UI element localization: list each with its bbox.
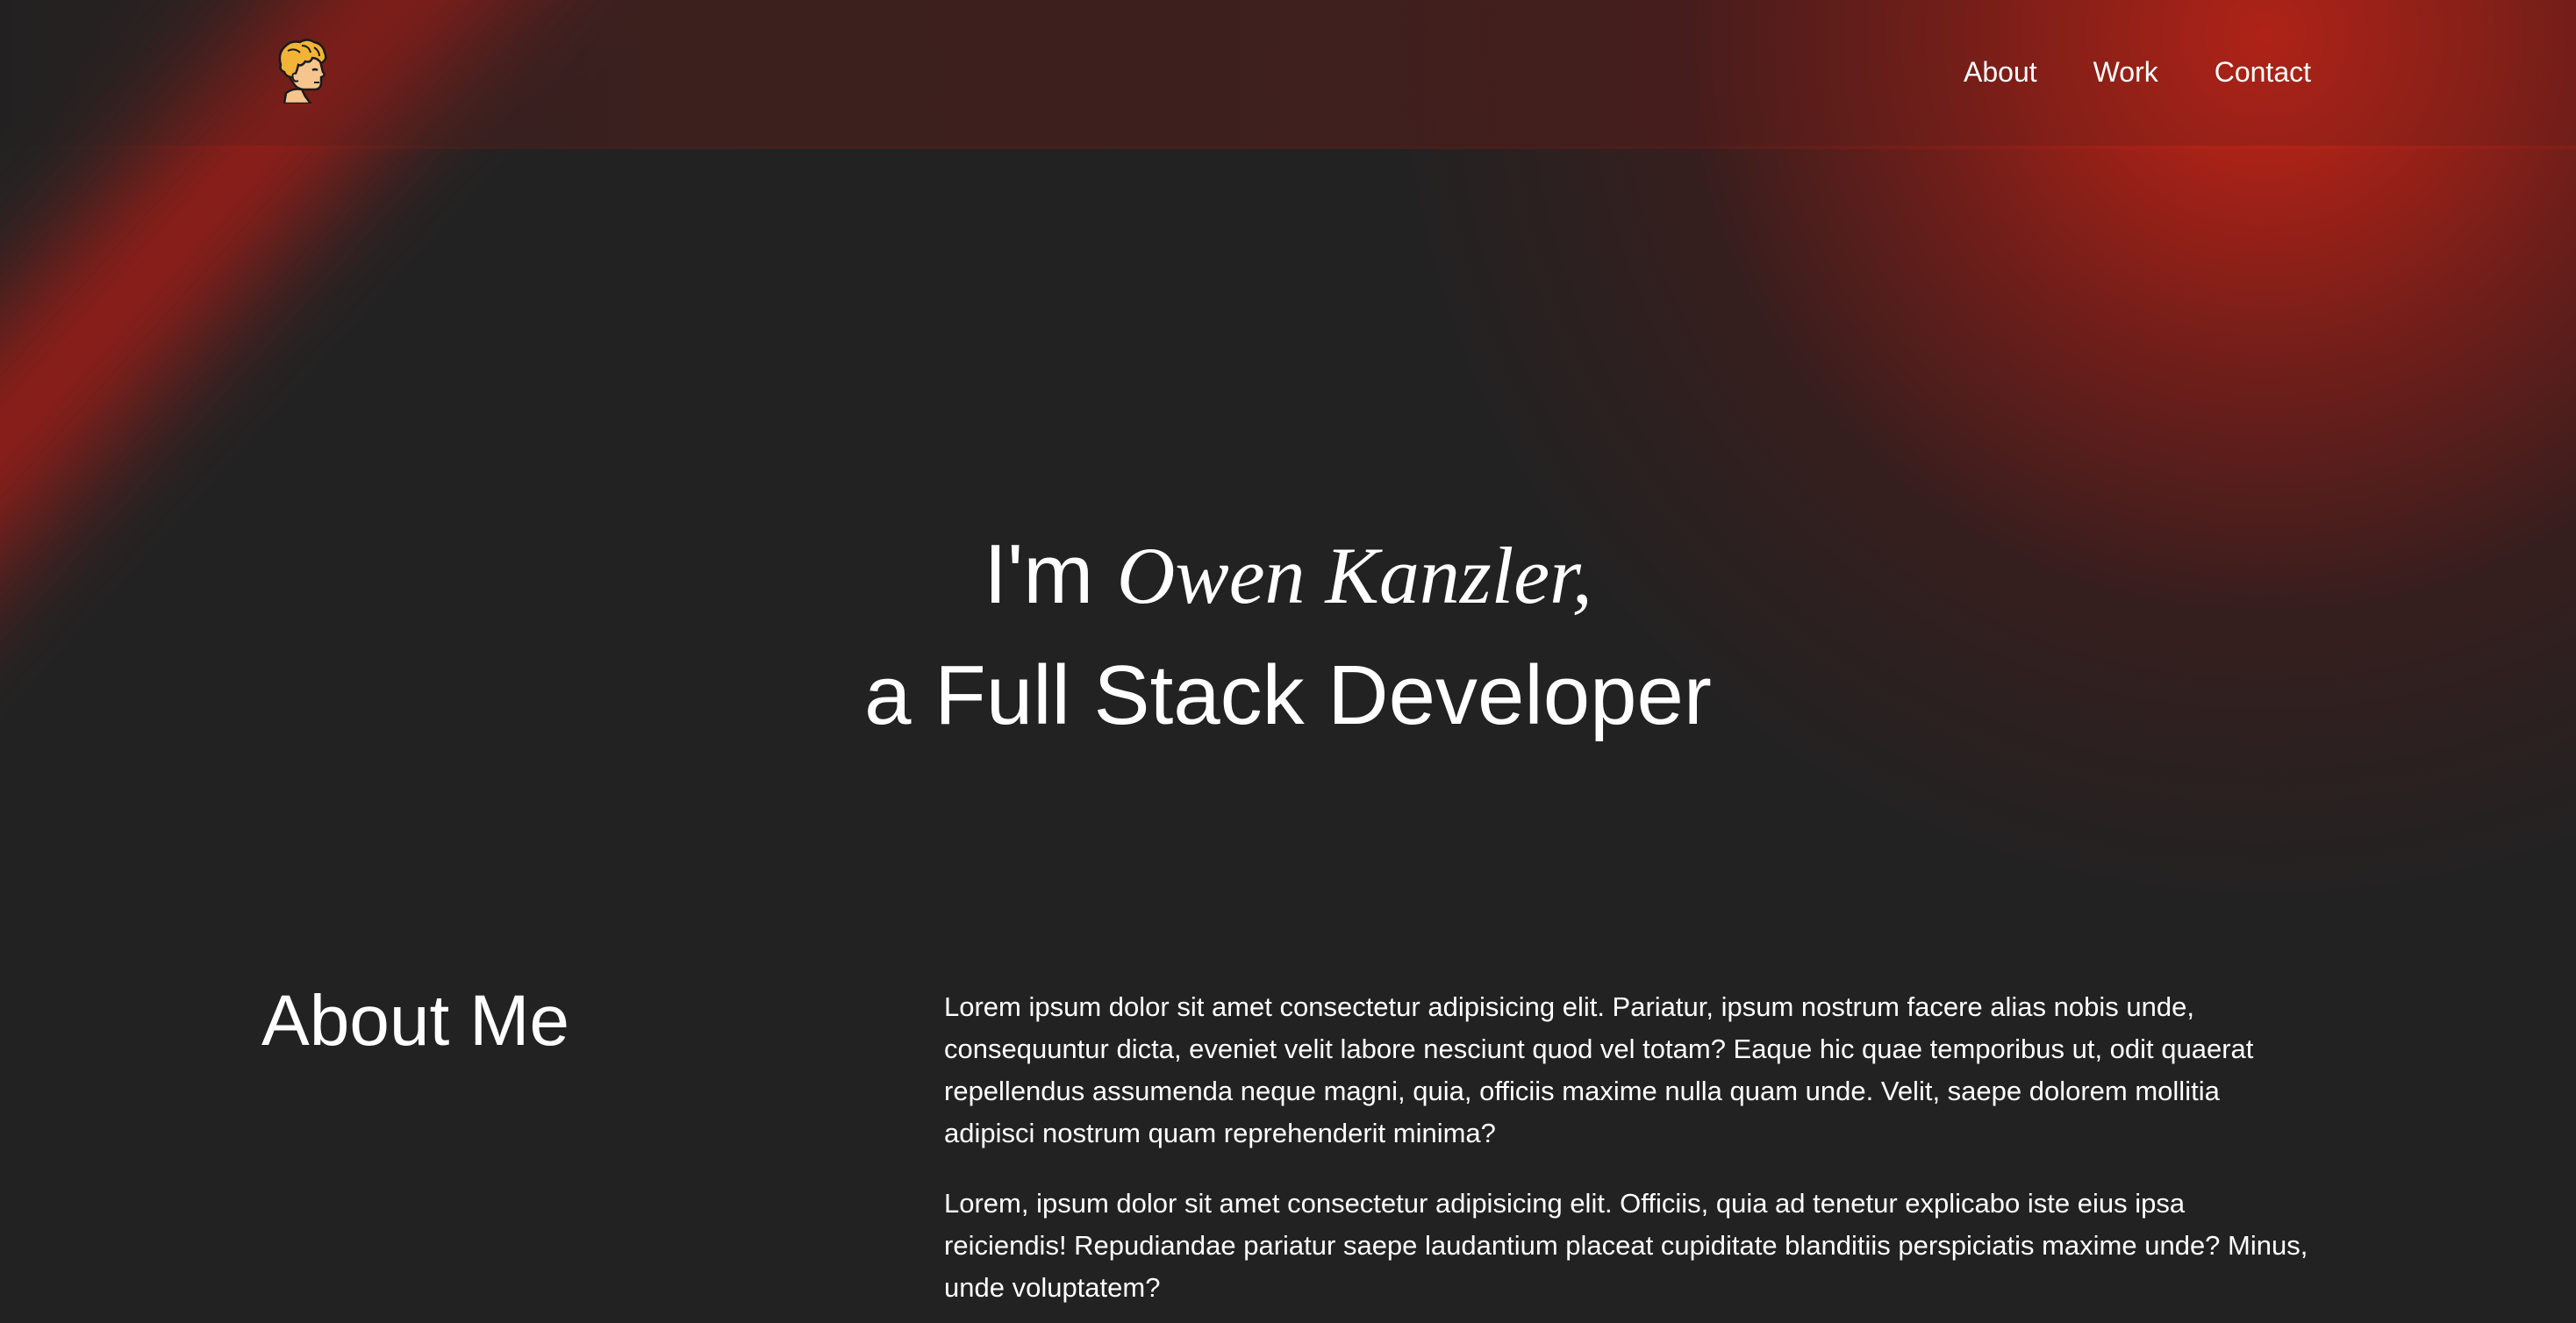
nav-link-work[interactable]: Work [2093,51,2158,93]
nav-link-contact[interactable]: Contact [2215,51,2311,93]
hero-name: Owen Kanzler, [1116,531,1592,620]
cartoon-avatar-icon[interactable] [275,39,332,105]
hero-heading: I'm Owen Kanzler, [0,516,2576,634]
about-paragraph: Lorem, ipsum dolor sit amet consectetur … [944,1188,2308,1303]
hero-section: I'm Owen Kanzler, a Full Stack Developer [0,516,2576,757]
hero-tagline: a Full Stack Developer [864,648,1712,742]
nav-link-about[interactable]: About [1964,51,2037,93]
about-paragraph: Lorem ipsum dolor sit amet consectetur a… [944,991,2254,1148]
site-header: About Work Contact [0,0,2576,146]
about-title: About Me [261,981,569,1061]
main-nav: About Work Contact [1964,51,2311,93]
page: About Work Contact I'm Owen Kanzler, a F… [0,0,2576,1323]
hero-intro: I'm [984,527,1094,621]
about-text: Lorem ipsum dolor sit amet consectetur a… [944,986,2313,1323]
